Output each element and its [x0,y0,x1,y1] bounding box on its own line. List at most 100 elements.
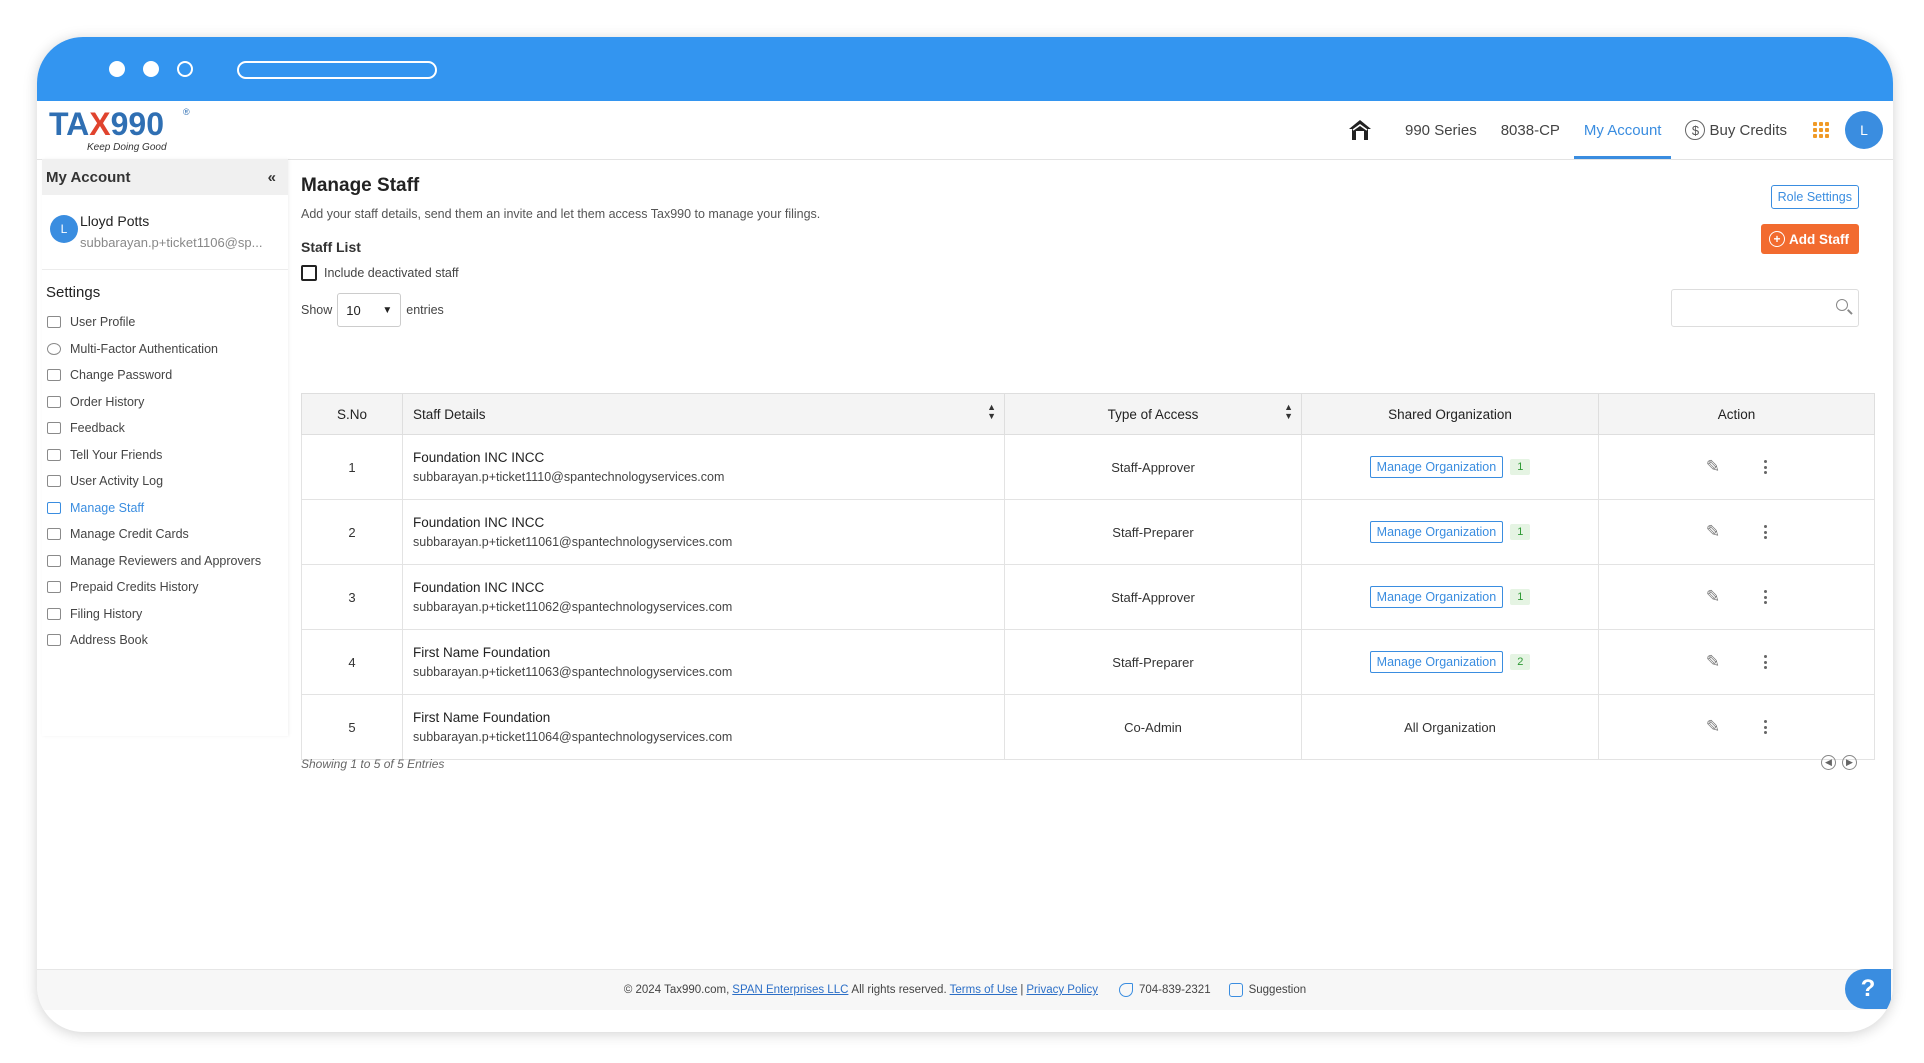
cell-shared-org: Manage Organization 1 [1301,499,1599,565]
footer-company-link[interactable]: SPAN Enterprises LLC [732,984,848,996]
chevron-down-icon: ▼ [382,304,393,316]
manage-organization-button[interactable]: Manage Organization [1369,651,1504,673]
column-type-of-access[interactable]: Type of Access ▲ ▼ [1004,393,1302,435]
window-dot-icon[interactable] [143,61,159,77]
footer-privacy-link[interactable]: Privacy Policy [1026,984,1098,996]
cell-shared-org: All Organization [1301,694,1599,760]
more-options-icon[interactable] [1764,655,1768,669]
settings-heading: Settings [46,284,101,301]
sort-icon[interactable]: ▲ ▼ [1284,403,1293,421]
pagination: ◀ ▶ [1821,755,1857,770]
cell-sno: 5 [301,694,403,760]
cell-action: ✎ [1598,629,1875,695]
sidebar-item-label: Address Book [70,633,148,648]
cell-shared-org: Manage Organization 1 [1301,564,1599,630]
footer-phone[interactable]: 704-839-2321 [1139,984,1211,996]
sidebar-item-user-profile[interactable]: User Profile [42,309,288,336]
sidebar-item-change-password[interactable]: Change Password [42,362,288,389]
sidebar-item-label: User Profile [70,315,136,330]
staff-name: First Name Foundation [413,645,551,660]
logo-text-number: 990 [110,106,165,142]
manage-organization-button[interactable]: Manage Organization [1369,521,1504,543]
footer-copyright: © 2024 Tax990.com, [623,984,730,996]
cell-staff-details: First Name Foundation subbarayan.p+ticket… [402,629,1005,695]
address-bar[interactable] [237,61,437,79]
home-icon[interactable] [1347,117,1373,143]
window-dot-icon[interactable] [109,61,125,77]
role-settings-button[interactable]: Role Settings [1770,185,1859,209]
staff-email: subbarayan.p+ticket11061@spantechnologys… [413,535,733,549]
manage-organization-button[interactable]: Manage Organization [1369,586,1504,608]
sidebar-item-filing-history[interactable]: Filing History [42,601,288,628]
sidebar-item-activity-log[interactable]: User Activity Log [42,468,288,495]
more-options-icon[interactable] [1764,590,1768,604]
more-options-icon[interactable] [1764,525,1768,539]
footer-terms-link[interactable]: Terms of Use [950,984,1018,996]
account-sidebar: My Account « L Lloyd Potts subbarayan.p+… [42,159,288,736]
next-page-icon[interactable]: ▶ [1842,755,1857,770]
include-deactivated-checkbox[interactable] [301,265,317,281]
search-icon[interactable] [1836,299,1848,311]
logo-registered-mark: ® [183,107,190,117]
sidebar-item-tell-friends[interactable]: Tell Your Friends [42,442,288,469]
nav-buy-credits[interactable]: $ Buy Credits [1685,101,1787,159]
sidebar-item-address-book[interactable]: Address Book [42,627,288,654]
help-button[interactable]: ? [1845,969,1891,1009]
more-options-icon[interactable] [1764,460,1768,474]
column-sno: S.No [301,393,403,435]
edit-pencil-icon[interactable]: ✎ [1706,457,1720,477]
sidebar-item-order-history[interactable]: Order History [42,389,288,416]
nav-990-series[interactable]: 990 Series [1405,101,1477,159]
add-staff-button[interactable]: + Add Staff [1761,224,1859,254]
add-staff-label: Add Staff [1789,231,1849,247]
main-content: Manage Staff Add your staff details, sen… [301,159,1881,779]
sidebar-item-label: Manage Credit Cards [70,527,189,542]
sidebar-item-reviewers[interactable]: Manage Reviewers and Approvers [42,548,288,575]
more-options-icon[interactable] [1764,720,1768,734]
profile-card-icon [47,316,61,329]
window-dot-icon[interactable] [177,61,193,77]
edit-pencil-icon[interactable]: ✎ [1706,587,1720,607]
previous-page-icon[interactable]: ◀ [1821,755,1836,770]
page-size-select[interactable]: 10 ▼ [337,293,402,327]
credit-card-icon [47,528,61,541]
user-name: Lloyd Potts [80,213,150,229]
cell-sno: 3 [301,564,403,630]
nav-my-account[interactable]: My Account [1573,101,1671,159]
sort-icon[interactable]: ▲ ▼ [987,403,996,421]
edit-pencil-icon[interactable]: ✎ [1706,717,1720,737]
nav-8038-cp[interactable]: 8038-CP [1501,101,1560,159]
collapse-sidebar-icon[interactable]: « [268,169,276,186]
apps-grid-icon[interactable] [1813,122,1829,138]
sidebar-item-credit-cards[interactable]: Manage Credit Cards [42,521,288,548]
sidebar-item-label: Prepaid Credits History [70,580,199,595]
sidebar-item-mfa[interactable]: Multi-Factor Authentication [42,336,288,363]
edit-pencil-icon[interactable]: ✎ [1706,522,1720,542]
column-staff-details[interactable]: Staff Details ▲ ▼ [402,393,1005,435]
nav-buy-credits-label: Buy Credits [1709,121,1787,139]
cell-access: Co-Admin [1004,694,1302,760]
org-count-badge: 1 [1510,459,1531,475]
user-avatar[interactable]: L [1845,111,1883,149]
manage-organization-button[interactable]: Manage Organization [1369,456,1504,478]
browser-window: TAX990 ® Keep Doing Good 990 Series 8038… [37,37,1893,1032]
sidebar-item-label: User Activity Log [70,474,164,489]
sidebar-item-manage-staff[interactable]: Manage Staff [42,495,288,522]
cell-staff-details: Foundation INC INCC subbarayan.p+ticket11… [402,499,1005,565]
activity-icon [47,475,61,488]
column-label: Action [1717,406,1756,422]
search-input[interactable] [1671,289,1859,327]
tax990-logo[interactable]: TAX990 ® Keep Doing Good [49,106,190,157]
cell-sno: 1 [301,434,403,500]
footer-suggestion[interactable]: Suggestion [1249,984,1307,996]
sidebar-item-label: Manage Reviewers and Approvers [70,553,262,568]
cell-access: Staff-Preparer [1004,629,1302,695]
sidebar-item-feedback[interactable]: Feedback [42,415,288,442]
footer: © 2024 Tax990.com, SPAN Enterprises LLC … [37,969,1893,1010]
sidebar-item-prepaid-credits[interactable]: Prepaid Credits History [42,574,288,601]
browser-chrome [37,37,1893,101]
cell-staff-details: Foundation INC INCC subbarayan.p+ticket11… [402,434,1005,500]
edit-pencil-icon[interactable]: ✎ [1706,652,1720,672]
phone-icon [1118,983,1133,997]
staff-name: Foundation INC INCC [413,580,545,595]
